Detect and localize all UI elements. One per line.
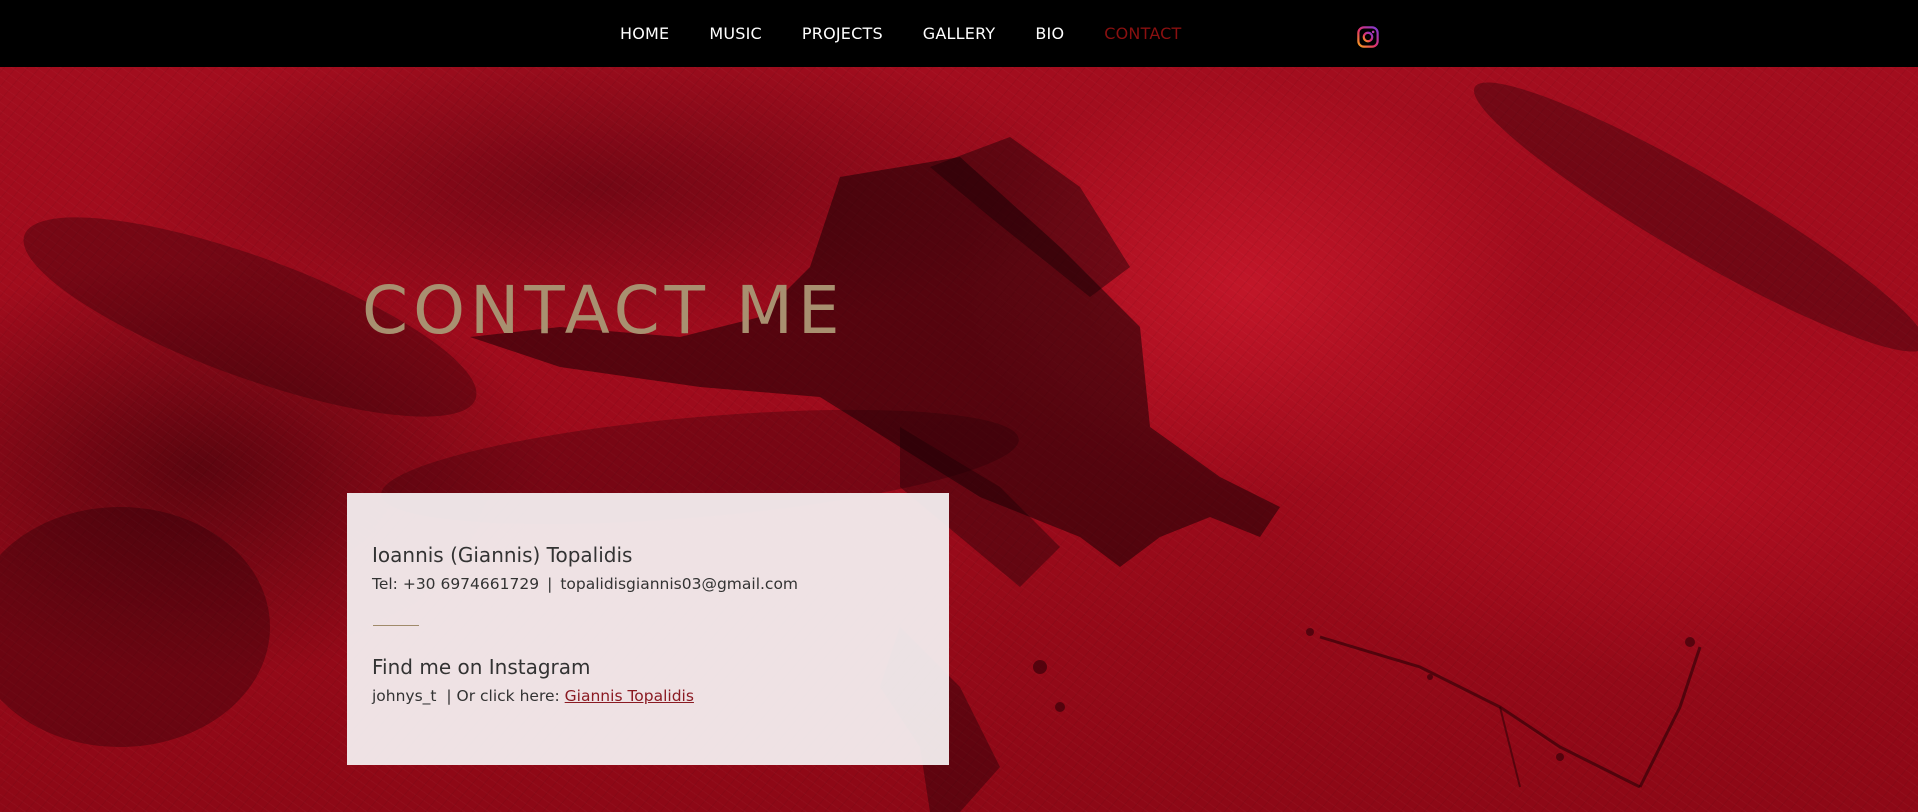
site-header: HOME MUSIC PROJECTS GALLERY BIO CONTACT xyxy=(0,0,1918,67)
instagram-handle: johnys_t xyxy=(372,687,437,705)
details-separator: | xyxy=(547,575,553,593)
instagram-profile-link[interactable]: Giannis Topalidis xyxy=(565,687,694,705)
email-address[interactable]: topalidisgiannis03@gmail.com xyxy=(560,575,798,593)
contact-details: Tel: +30 6974661729 | topalidisgiannis03@g… xyxy=(372,575,798,593)
nav-item-projects[interactable]: PROJECTS xyxy=(782,24,903,43)
instagram-button[interactable] xyxy=(1357,26,1379,48)
contact-card: Ioannis (Giannis) Topalidis Tel: +30 697… xyxy=(347,493,949,765)
contact-name: Ioannis (Giannis) Topalidis xyxy=(372,543,633,567)
page: HOME MUSIC PROJECTS GALLERY BIO CONTACT xyxy=(0,0,1918,812)
card-divider xyxy=(373,625,419,626)
instagram-heading: Find me on Instagram xyxy=(372,655,591,679)
phone-number: Tel: +30 6974661729 xyxy=(372,575,540,593)
nav-item-bio[interactable]: BIO xyxy=(1015,24,1084,43)
nav-item-music[interactable]: MUSIC xyxy=(689,24,782,43)
nav-item-home[interactable]: HOME xyxy=(600,24,689,43)
nav-item-gallery[interactable]: GALLERY xyxy=(903,24,1016,43)
click-here-text: | Or click here: xyxy=(446,687,560,705)
instagram-line: johnys_t | Or click here: Giannis Topali… xyxy=(372,687,694,705)
page-title: CONTACT ME xyxy=(362,272,845,349)
hero-background: CONTACT ME xyxy=(0,67,1918,812)
main-nav: HOME MUSIC PROJECTS GALLERY BIO CONTACT xyxy=(600,0,1202,67)
crow-illustration xyxy=(0,82,1918,812)
nav-item-contact[interactable]: CONTACT xyxy=(1084,24,1201,43)
instagram-icon xyxy=(1357,26,1379,48)
